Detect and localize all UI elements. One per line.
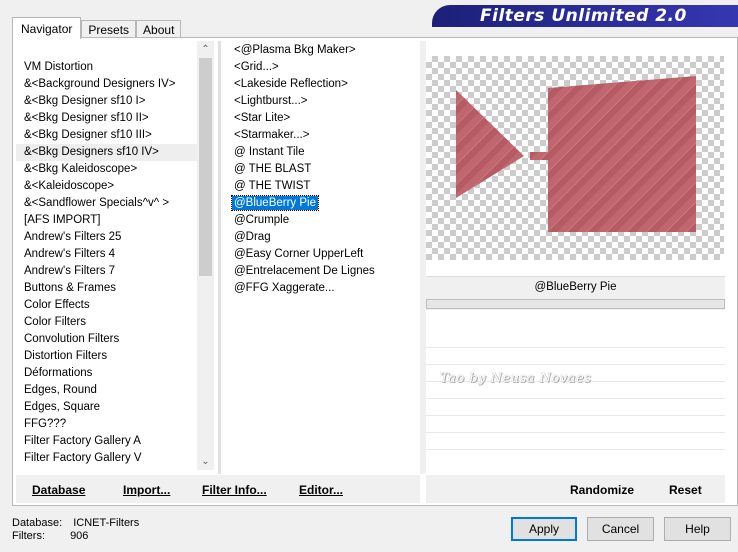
category-item[interactable]: Edges, Round bbox=[16, 382, 214, 399]
filter-item[interactable]: @Crumple bbox=[222, 212, 420, 229]
category-item[interactable]: Distortion Filters bbox=[16, 348, 214, 365]
filters-count: 906 bbox=[70, 530, 89, 542]
filter-item-label: @ Instant Tile bbox=[234, 146, 305, 158]
filter-item[interactable]: @ THE BLAST bbox=[222, 161, 420, 178]
category-item[interactable]: &<Background Designers IV> bbox=[16, 76, 214, 93]
filter-item[interactable]: @ THE TWIST bbox=[222, 178, 420, 195]
category-item[interactable]: &<Bkg Designer sf10 II> bbox=[16, 110, 214, 127]
divider bbox=[218, 41, 221, 474]
category-item[interactable]: Andrew's Filters 25 bbox=[16, 229, 214, 246]
filter-item[interactable]: @Drag bbox=[222, 229, 420, 246]
param-slot bbox=[426, 364, 725, 365]
category-list[interactable]: VM Distortion &<Background Designers IV> &… bbox=[16, 41, 214, 470]
category-item[interactable]: [AFS IMPORT] bbox=[16, 212, 214, 229]
current-filter-name: @BlueBerry Pie bbox=[534, 281, 617, 293]
reset-button[interactable]: Reset bbox=[669, 483, 702, 497]
filter-item-label: @ THE BLAST bbox=[234, 163, 312, 175]
category-item[interactable]: Color Effects bbox=[16, 297, 214, 314]
category-item[interactable]: Convolution Filters bbox=[16, 331, 214, 348]
filter-item[interactable]: @ Instant Tile bbox=[222, 144, 420, 161]
filters-label: Filters: bbox=[12, 530, 45, 542]
database-button[interactable]: Database bbox=[32, 483, 85, 497]
filter-item-label: @Drag bbox=[234, 231, 271, 243]
progress-bar bbox=[426, 299, 725, 309]
filter-item-label: <Lakeside Reflection> bbox=[234, 78, 348, 90]
database-label: Database: bbox=[12, 517, 63, 529]
tab-presets[interactable]: Presets bbox=[81, 20, 137, 38]
filter-item-label: <Lightburst...> bbox=[234, 95, 308, 107]
filter-item[interactable]: @Entrelacement De Lignes bbox=[222, 263, 420, 280]
category-item[interactable]: VM Distortion bbox=[16, 59, 214, 76]
category-item[interactable]: FFG??? bbox=[16, 416, 214, 433]
app-title-banner: Filters Unlimited 2.0 bbox=[432, 5, 738, 27]
param-slot bbox=[426, 398, 725, 399]
filter-item[interactable]: <Lightburst...> bbox=[222, 93, 420, 110]
filter-item-label: @Easy Corner UpperLeft bbox=[234, 248, 364, 260]
preview-image bbox=[426, 56, 724, 260]
filter-item[interactable]: @BlueBerry Pie bbox=[222, 195, 420, 212]
filter-item[interactable]: <Star Lite> bbox=[222, 110, 420, 127]
category-item[interactable]: &<Bkg Designer sf10 I> bbox=[16, 93, 214, 110]
filter-item-label: @ THE TWIST bbox=[234, 180, 311, 192]
category-item[interactable]: Buttons & Frames bbox=[16, 280, 214, 297]
app-title: Filters Unlimited 2.0 bbox=[480, 6, 687, 26]
filter-item[interactable]: <Lakeside Reflection> bbox=[222, 76, 420, 93]
category-item[interactable]: Filter Factory Gallery A bbox=[16, 433, 214, 450]
filter-item[interactable]: <@Plasma Bkg Maker> bbox=[222, 42, 420, 59]
database-info: Database: ICNET-Filters bbox=[12, 517, 139, 529]
category-item[interactable]: Edges, Square bbox=[16, 399, 214, 416]
param-slot bbox=[426, 432, 725, 433]
apply-button[interactable]: Apply bbox=[511, 517, 577, 541]
param-slot bbox=[426, 347, 725, 348]
category-item[interactable]: &<Bkg Designers sf10 IV> bbox=[16, 144, 214, 161]
category-item[interactable]: &<Kaleidoscope> bbox=[16, 178, 214, 195]
editor-button[interactable]: Editor... bbox=[299, 483, 343, 497]
category-item[interactable]: Color Filters bbox=[16, 314, 214, 331]
preview-graphic bbox=[456, 76, 696, 232]
randomize-button[interactable]: Randomize bbox=[570, 483, 634, 497]
filter-item-label: @BlueBerry Pie bbox=[231, 195, 319, 211]
database-value: ICNET-Filters bbox=[73, 517, 140, 529]
filter-item-label: @Entrelacement De Lignes bbox=[234, 265, 375, 277]
cancel-button[interactable]: Cancel bbox=[587, 517, 654, 541]
category-item[interactable]: Filter Factory Gallery V bbox=[16, 450, 214, 467]
tab-navigator[interactable]: Navigator bbox=[12, 17, 82, 39]
param-slot bbox=[426, 415, 725, 416]
filter-item-label: <@Plasma Bkg Maker> bbox=[234, 44, 356, 56]
filter-item[interactable]: @Easy Corner UpperLeft bbox=[222, 246, 420, 263]
param-slot bbox=[426, 449, 725, 450]
tab-about[interactable]: About bbox=[136, 20, 182, 38]
tab-strip: Navigator Presets About bbox=[12, 14, 182, 39]
filters-info: Filters: 906 bbox=[12, 530, 88, 542]
current-filter-panel: @BlueBerry Pie bbox=[426, 276, 725, 310]
category-item[interactable]: Andrew's Filters 4 bbox=[16, 246, 214, 263]
filter-item[interactable]: <Starmaker...> bbox=[222, 127, 420, 144]
filter-item[interactable]: @FFG Xaggerate... bbox=[222, 280, 420, 297]
filter-list[interactable]: <@Plasma Bkg Maker> <Grid...> <Lakeside Re… bbox=[222, 41, 420, 470]
category-scrollbar[interactable]: ⌃ ⌄ bbox=[197, 41, 214, 470]
category-item[interactable]: &<Bkg Kaleidoscope> bbox=[16, 161, 214, 178]
filter-item-label: <Starmaker...> bbox=[234, 129, 310, 141]
filter-item-label: @FFG Xaggerate... bbox=[234, 282, 335, 294]
chevron-down-icon[interactable]: ⌄ bbox=[197, 453, 214, 470]
triangle-shape bbox=[456, 90, 524, 198]
category-item[interactable]: Andrew's Filters 7 bbox=[16, 263, 214, 280]
watermark: Tao by Neusa Novaes bbox=[440, 371, 592, 386]
filter-item[interactable]: <Grid...> bbox=[222, 59, 420, 76]
filter-info-button[interactable]: Filter Info... bbox=[202, 483, 267, 497]
import-button[interactable]: Import... bbox=[123, 483, 170, 497]
filter-item-label: <Grid...> bbox=[234, 61, 279, 73]
category-item[interactable]: &<Sandflower Specials^v^ > bbox=[16, 195, 214, 212]
help-button[interactable]: Help bbox=[664, 517, 731, 541]
scroll-thumb[interactable] bbox=[199, 58, 212, 276]
category-item[interactable]: Déformations bbox=[16, 365, 214, 382]
chevron-up-icon[interactable]: ⌃ bbox=[197, 41, 214, 58]
category-item[interactable]: &<Bkg Designer sf10 III> bbox=[16, 127, 214, 144]
filter-item-label: @Crumple bbox=[234, 214, 290, 226]
square-shape bbox=[530, 76, 696, 232]
filter-item-label: <Star Lite> bbox=[234, 112, 291, 124]
